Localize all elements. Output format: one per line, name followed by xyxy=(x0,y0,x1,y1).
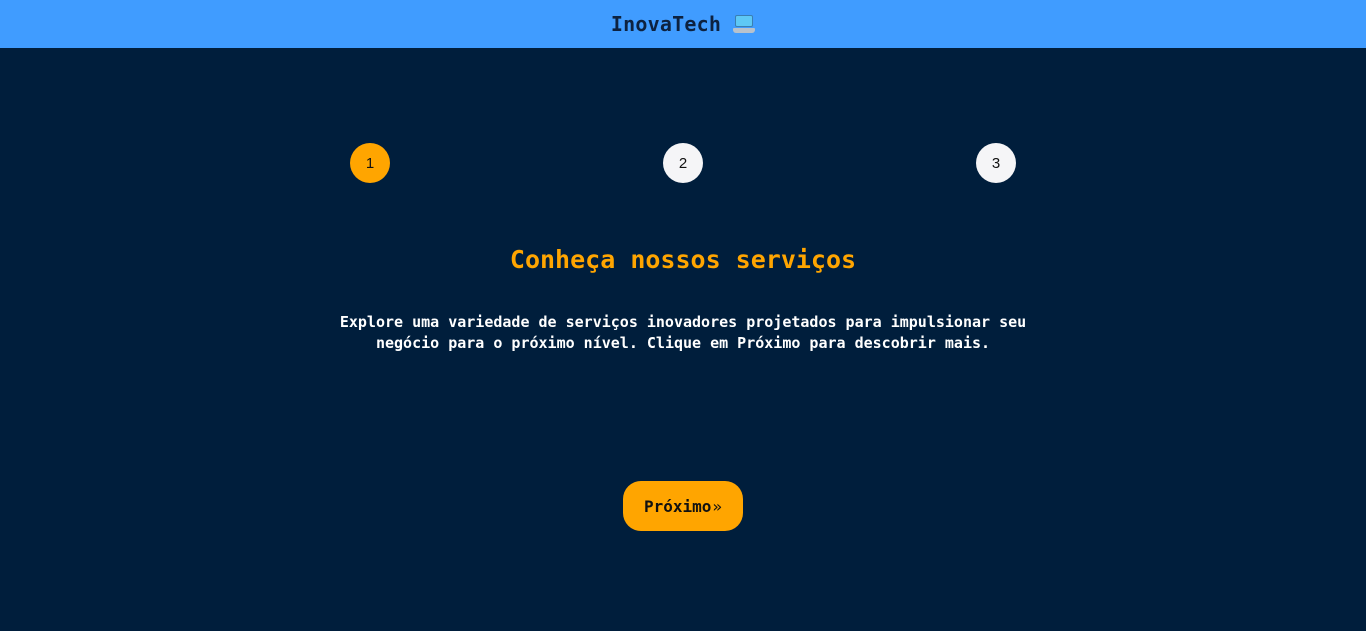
chevron-right-icon: » xyxy=(712,496,723,516)
section-description: Explore uma variedade de serviços inovad… xyxy=(339,313,1027,352)
top-bar: InovaTech xyxy=(0,0,1366,48)
next-button-label: Próximo xyxy=(643,496,712,516)
laptop-icon xyxy=(733,15,756,33)
section-title: Conheça nossos serviços xyxy=(509,245,857,274)
brand: InovaTech xyxy=(610,12,756,36)
next-button[interactable]: Próximo» xyxy=(623,481,743,531)
step-indicator: 1 2 3 xyxy=(0,143,1366,183)
step-2[interactable]: 2 xyxy=(663,143,703,183)
step-1[interactable]: 1 xyxy=(350,143,390,183)
step-3[interactable]: 3 xyxy=(976,143,1016,183)
brand-name: InovaTech xyxy=(610,12,722,36)
